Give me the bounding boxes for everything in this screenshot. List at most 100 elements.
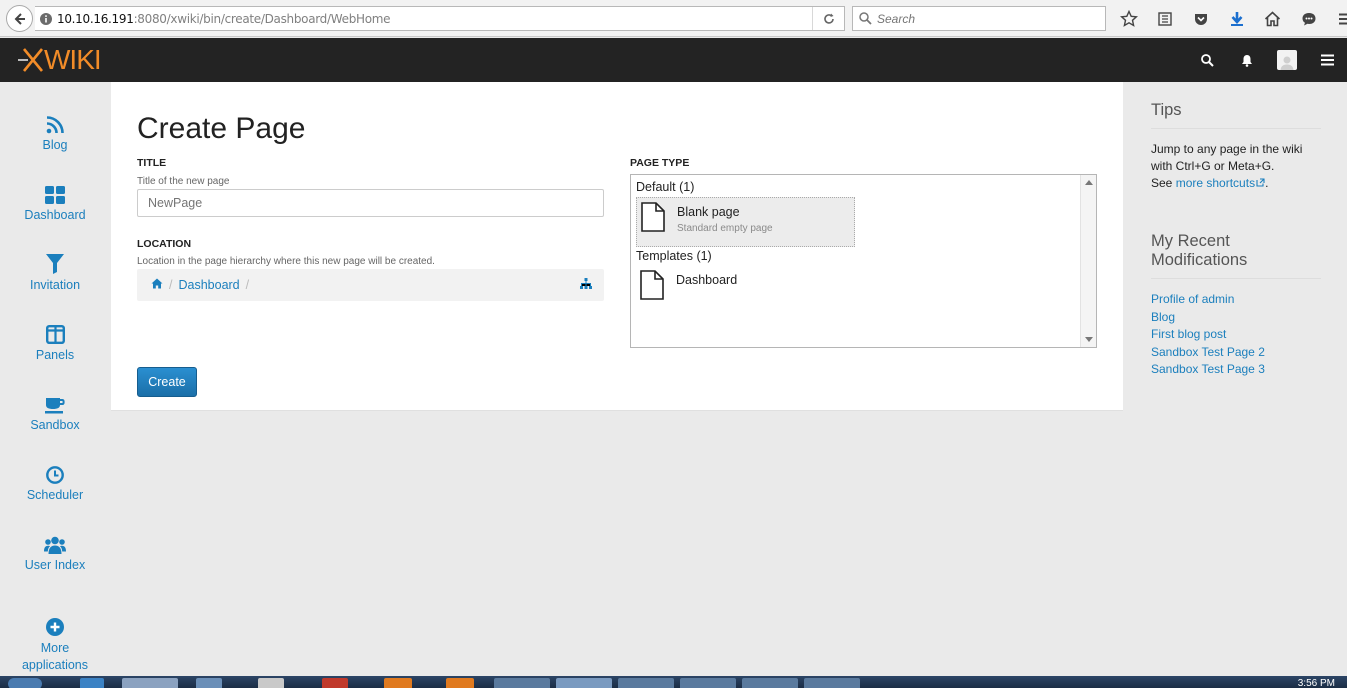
avatar xyxy=(1277,50,1297,70)
user-silhouette-icon xyxy=(1280,56,1294,70)
scroll-down-arrow-icon xyxy=(1085,337,1093,342)
hamburger-icon xyxy=(1320,54,1334,66)
taskbar-app-icon[interactable] xyxy=(494,678,550,688)
document-icon xyxy=(641,202,667,246)
create-button[interactable]: Create xyxy=(137,367,197,397)
location-heading: LOCATION xyxy=(137,238,192,250)
document-icon xyxy=(640,270,666,316)
recent-link[interactable]: Blog xyxy=(1151,309,1321,327)
address-bar[interactable]: 10.10.16.191:8080/xwiki/bin/create/Dashb… xyxy=(35,6,845,31)
download-icon[interactable] xyxy=(1223,6,1250,31)
taskbar-app-icon[interactable] xyxy=(322,678,348,688)
page-type-dashboard-template[interactable]: Dashboard xyxy=(636,266,855,316)
taskbar-app-icon[interactable] xyxy=(384,678,412,688)
app-dashboard[interactable]: Dashboard xyxy=(0,178,110,222)
start-button[interactable] xyxy=(8,678,42,688)
coffee-icon xyxy=(0,388,110,414)
breadcrumb-separator: / xyxy=(245,278,250,292)
taskbar-app-icon[interactable] xyxy=(446,678,474,688)
pocket-icon[interactable] xyxy=(1187,6,1214,31)
recent-link[interactable]: Sandbox Test Page 3 xyxy=(1151,361,1321,379)
app-user-index[interactable]: User Index xyxy=(0,528,110,572)
app-more-applications[interactable]: More applications xyxy=(0,610,110,674)
funnel-icon xyxy=(0,248,110,274)
location-hint: Location in the page hierarchy where thi… xyxy=(137,256,435,267)
app-sandbox[interactable]: Sandbox xyxy=(0,388,110,432)
xwiki-logo[interactable]: WIKI xyxy=(18,44,102,76)
page-type-name: Blank page xyxy=(677,205,740,219)
logo-text: WIKI xyxy=(44,44,102,75)
app-label: Invitation xyxy=(29,278,81,292)
xwiki-header: WIKI xyxy=(0,38,1347,82)
page-type-scrollbar[interactable] xyxy=(1080,175,1096,347)
location-breadcrumb: / Dashboard / xyxy=(137,269,604,301)
taskbar-ie-icon[interactable] xyxy=(80,678,104,688)
breadcrumb-dashboard[interactable]: Dashboard xyxy=(178,278,239,292)
reading-list-icon[interactable] xyxy=(1151,6,1178,31)
user-avatar-button[interactable] xyxy=(1267,38,1307,82)
title-hint: Title of the new page xyxy=(137,176,230,187)
plus-circle-icon xyxy=(0,610,110,636)
tips-line: Jump to any page in the wiki with Ctrl+G… xyxy=(1151,142,1303,173)
app-label: Panels xyxy=(35,348,75,362)
search-icon xyxy=(859,12,872,25)
app-invitation[interactable]: Invitation xyxy=(0,248,110,292)
sitemap-icon[interactable] xyxy=(580,278,592,292)
page-title-input[interactable] xyxy=(137,189,604,217)
applications-bar: Blog Dashboard Invitation Panels Sandbox… xyxy=(0,82,110,676)
notifications-button[interactable] xyxy=(1227,38,1267,82)
app-panels[interactable]: Panels xyxy=(0,318,110,362)
home-icon[interactable] xyxy=(1259,6,1286,31)
default-group-label: Default (1) xyxy=(636,180,695,194)
breadcrumb-separator: / xyxy=(169,278,173,292)
bookmark-star-icon[interactable] xyxy=(1115,6,1142,31)
app-label: Blog xyxy=(42,138,68,152)
create-page-form: Create Page TITLE Title of the new page … xyxy=(111,82,1123,411)
taskbar-clock: 3:56 PM xyxy=(1297,678,1335,688)
page-type-list[interactable]: Default (1) Blank page Standard empty pa… xyxy=(630,174,1097,348)
recent-link[interactable]: Profile of admin xyxy=(1151,291,1321,309)
app-label: Sandbox xyxy=(30,418,80,432)
recent-link[interactable]: First blog post xyxy=(1151,326,1321,344)
app-label: Scheduler xyxy=(26,488,84,502)
users-icon xyxy=(0,528,110,554)
taskbar-app-icon[interactable] xyxy=(680,678,736,688)
back-button[interactable] xyxy=(6,5,33,32)
header-search-button[interactable] xyxy=(1187,38,1227,82)
scroll-up-arrow-icon xyxy=(1085,180,1093,185)
chat-icon[interactable] xyxy=(1295,6,1322,31)
taskbar-explorer-icon[interactable] xyxy=(122,678,178,688)
taskbar-app-icon[interactable] xyxy=(258,678,284,688)
more-shortcuts-label: more shortcuts xyxy=(1175,176,1256,190)
browser-search-field[interactable] xyxy=(852,6,1106,31)
reload-button[interactable] xyxy=(812,7,844,30)
app-scheduler[interactable]: Scheduler xyxy=(0,458,110,502)
search-icon xyxy=(1200,53,1214,67)
rss-icon xyxy=(0,108,110,134)
clock-icon xyxy=(0,458,110,484)
taskbar-app-icon[interactable] xyxy=(804,678,860,688)
page-type-blank[interactable]: Blank page Standard empty page xyxy=(636,197,855,247)
recent-link[interactable]: Sandbox Test Page 2 xyxy=(1151,344,1321,362)
url-text: 10.10.16.191:8080/xwiki/bin/create/Dashb… xyxy=(57,11,391,26)
more-shortcuts-link[interactable]: more shortcuts xyxy=(1176,176,1265,190)
tips-title: Tips xyxy=(1151,101,1182,119)
home-icon[interactable] xyxy=(151,278,163,292)
recent-modifications-list: Profile of admin Blog First blog post Sa… xyxy=(1151,291,1321,379)
main-menu-button[interactable] xyxy=(1307,38,1347,82)
taskbar-firefox-icon[interactable] xyxy=(556,678,612,688)
tips-period: . xyxy=(1265,176,1269,190)
templates-group-label: Templates (1) xyxy=(636,249,712,263)
url-host: 10.10.16.191 xyxy=(57,11,134,26)
panels-icon xyxy=(0,318,110,344)
browser-menu-icon[interactable] xyxy=(1331,6,1347,31)
browser-search-input[interactable] xyxy=(877,11,1077,26)
taskbar-app-icon[interactable] xyxy=(742,678,798,688)
page-type-heading: PAGE TYPE xyxy=(630,157,690,169)
app-blog[interactable]: Blog xyxy=(0,108,110,152)
taskbar-app-icon[interactable] xyxy=(618,678,674,688)
app-label: More applications xyxy=(21,641,88,672)
info-icon[interactable] xyxy=(35,12,57,26)
bell-icon xyxy=(1242,54,1252,67)
taskbar-app-icon[interactable] xyxy=(196,678,222,688)
